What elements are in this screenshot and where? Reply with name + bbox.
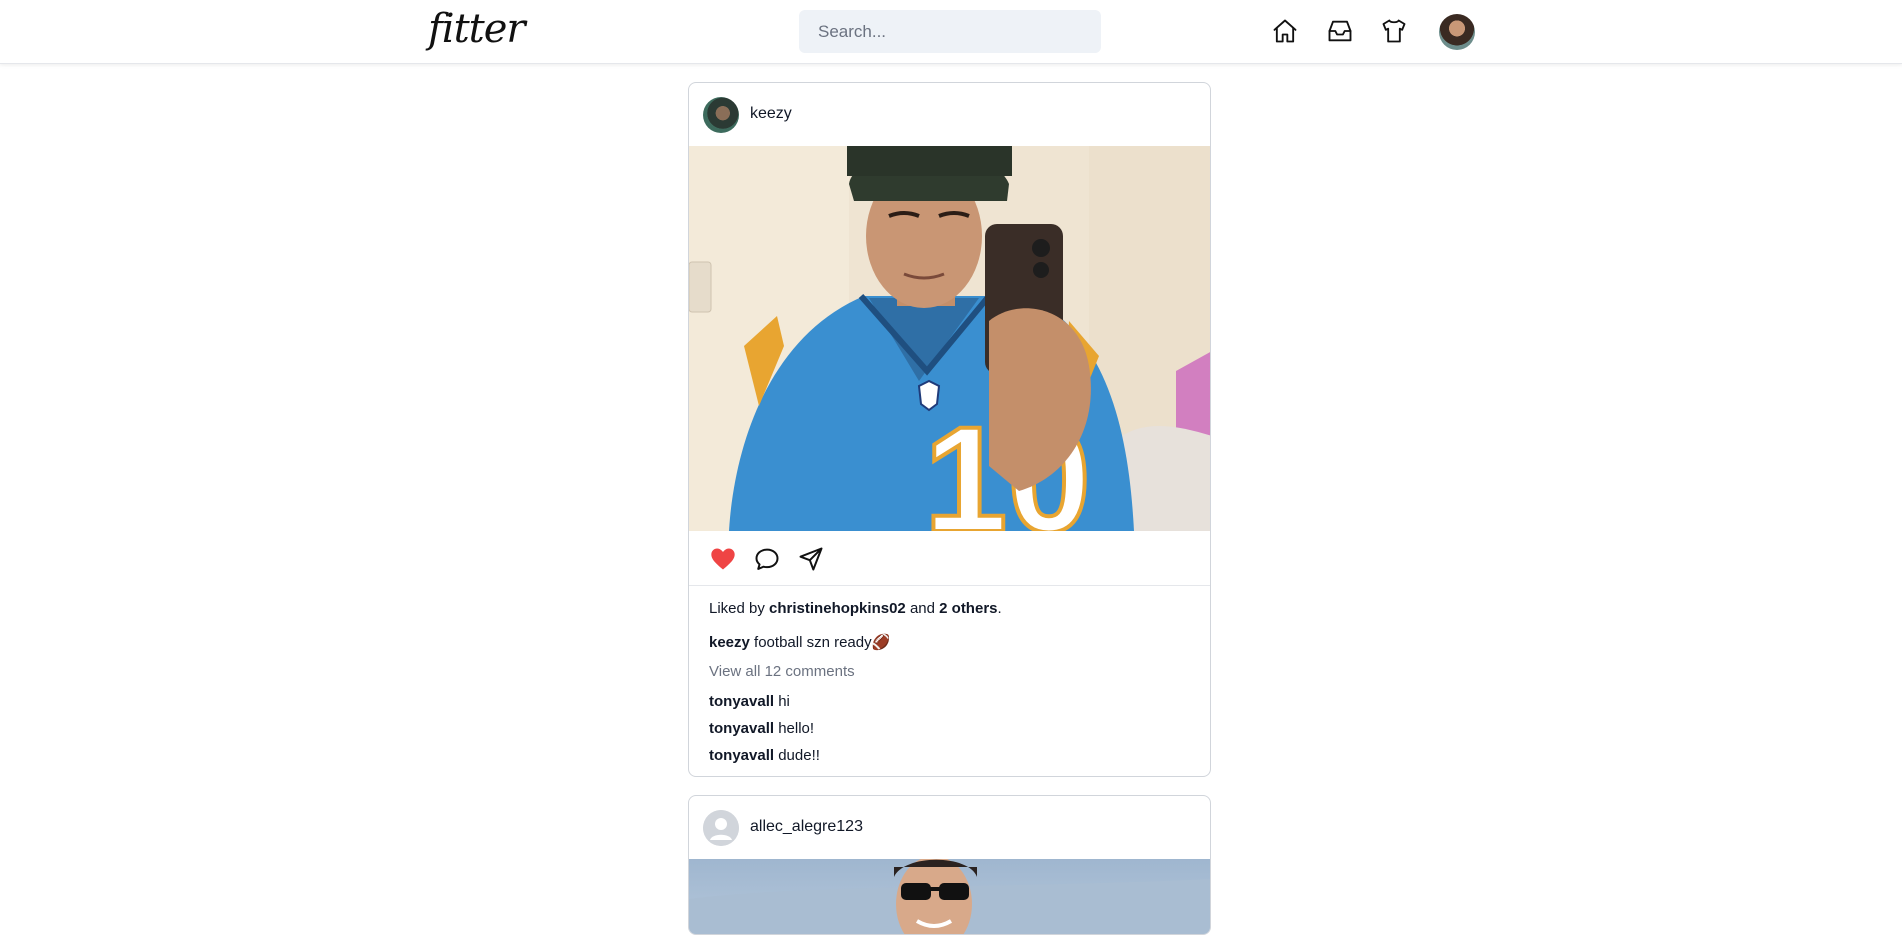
post-photo[interactable]: 10 (689, 146, 1210, 531)
post-photo[interactable] (689, 859, 1210, 934)
post-photo-illustration: 10 (689, 146, 1210, 531)
user-avatar[interactable] (703, 97, 739, 133)
comment-username[interactable]: tonyavall (709, 693, 774, 710)
comment-item: tonyavall hello! (709, 715, 1190, 742)
post-username[interactable]: keezy (750, 105, 792, 123)
comment-item: tonyavall hi (709, 688, 1190, 715)
comment-username[interactable]: tonyavall (709, 747, 774, 764)
comment-username[interactable]: tonyavall (709, 720, 774, 737)
top-navbar: fitter (0, 0, 1902, 64)
home-icon[interactable] (1270, 16, 1300, 46)
caption-text: football szn ready🏈 (754, 634, 891, 651)
share-send-icon[interactable] (797, 545, 827, 575)
profile-avatar[interactable] (1439, 14, 1475, 50)
comment-item: tonyavall dude!! (709, 742, 1190, 769)
post-card: allec_alegre123 (688, 795, 1211, 935)
post-header: keezy (689, 83, 1210, 146)
post-photo-illustration (689, 859, 1210, 934)
comment-icon[interactable] (753, 545, 783, 575)
shirt-icon[interactable] (1379, 16, 1409, 46)
liked-by-others[interactable]: 2 others (939, 600, 997, 617)
liked-by-end: . (997, 600, 1002, 617)
post-actions (689, 531, 1210, 586)
app-logo[interactable]: fitter (428, 6, 526, 52)
search-input[interactable] (799, 10, 1101, 53)
comment-text: dude!! (778, 747, 820, 764)
post-meta: Liked by christinehopkins02 and 2 others… (689, 586, 1210, 776)
liked-by-user[interactable]: christinehopkins02 (769, 600, 906, 617)
post-card: keezy 10 (688, 82, 1211, 777)
liked-by-and: and (909, 600, 935, 617)
liked-by-line: Liked by christinehopkins02 and 2 others… (709, 594, 1190, 623)
inbox-icon[interactable] (1325, 16, 1355, 46)
user-avatar-placeholder-icon[interactable] (703, 810, 739, 846)
post-header: allec_alegre123 (689, 796, 1210, 859)
caption-username[interactable]: keezy (709, 634, 750, 651)
caption-line: keezy football szn ready🏈 (709, 628, 1190, 657)
post-username[interactable]: allec_alegre123 (750, 818, 863, 836)
like-heart-icon[interactable] (709, 545, 739, 575)
comment-text: hello! (778, 720, 815, 737)
liked-by-prefix: Liked by (709, 600, 765, 617)
comment-text: hi (778, 693, 790, 710)
view-all-comments-link[interactable]: View all 12 comments (709, 657, 1190, 686)
